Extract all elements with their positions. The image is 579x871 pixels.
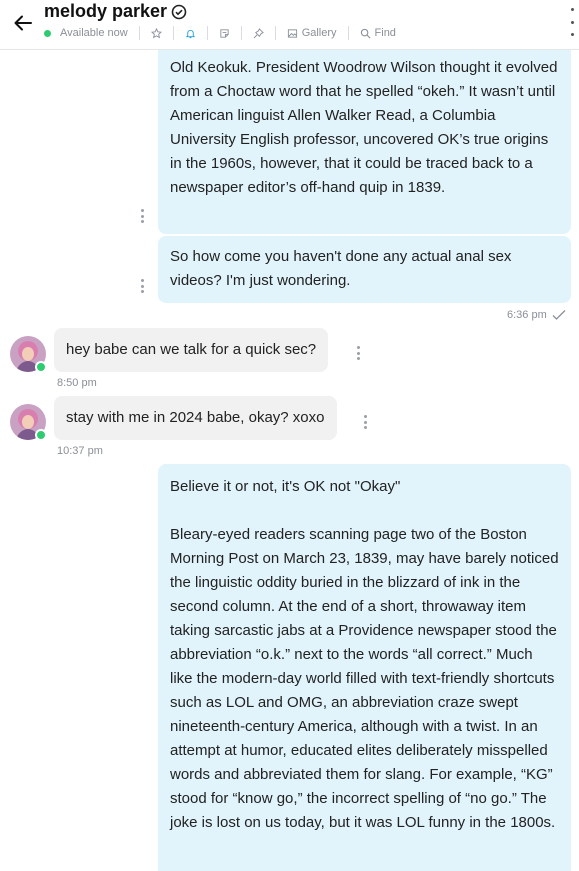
search-icon [360, 28, 371, 38]
gallery-button[interactable]: Gallery [287, 27, 337, 39]
message-time: 8:50 pm [57, 377, 97, 389]
message-text: Old Keokuk. President Woodrow Wilson tho… [170, 59, 558, 196]
message-text: hey babe can we talk for a quick sec? [66, 341, 317, 358]
pin-button[interactable] [253, 27, 264, 39]
incoming-message[interactable]: hey babe can we talk for a quick sec? [54, 328, 329, 372]
message-time: 10:37 pm [57, 445, 103, 457]
avatar[interactable] [10, 336, 47, 373]
online-indicator [35, 361, 47, 373]
star-icon [150, 27, 162, 38]
pin-icon [253, 27, 264, 38]
message-options-icon[interactable] [362, 415, 368, 429]
arrow-left-icon [14, 15, 32, 31]
find-button[interactable]: Find [360, 27, 396, 39]
chat-toolbar: Available now Gallery Find [44, 24, 396, 42]
avatar[interactable] [10, 404, 47, 441]
sent-check-icon [552, 310, 566, 320]
image-icon [287, 28, 297, 38]
bell-icon [185, 29, 195, 38]
notifications-button[interactable] [185, 28, 196, 39]
message-options-icon[interactable] [139, 279, 145, 293]
message-text: stay with me in 2024 babe, okay? xoxo [66, 409, 325, 426]
message-time: 6:36 pm [507, 309, 547, 321]
message-title: Believe it or not, it's OK not "Okay" [170, 478, 401, 495]
message-list[interactable]: Old Keokuk. President Woodrow Wilson tho… [0, 50, 579, 871]
find-label: Find [374, 27, 396, 39]
back-button[interactable] [10, 10, 36, 36]
contact-name[interactable]: melody parker [44, 1, 167, 22]
message-text: So how come you haven't done any actual … [170, 248, 512, 289]
more-options-icon[interactable] [567, 8, 577, 36]
gallery-label: Gallery [301, 27, 337, 39]
contact-name-row: melody parker [44, 1, 187, 22]
outgoing-message[interactable]: Believe it or not, it's OK not "Okay" Bl… [158, 464, 571, 871]
notes-button[interactable] [219, 28, 230, 39]
message-options-icon[interactable] [139, 209, 145, 223]
chat-header: melody parker Available now Gallery Find [0, 0, 579, 50]
message-text: Bleary-eyed readers scanning page two of… [170, 526, 559, 831]
incoming-message[interactable]: stay with me in 2024 babe, okay? xoxo [54, 396, 337, 440]
outgoing-message[interactable]: So how come you haven't done any actual … [158, 236, 571, 303]
verified-icon [171, 4, 187, 19]
online-indicator [35, 429, 47, 441]
message-options-icon[interactable] [355, 346, 361, 360]
favorite-button[interactable] [150, 27, 162, 39]
status-text: Available now [60, 27, 128, 39]
online-status-dot [44, 29, 51, 37]
note-icon [220, 28, 229, 38]
outgoing-message[interactable]: Old Keokuk. President Woodrow Wilson tho… [158, 50, 571, 234]
